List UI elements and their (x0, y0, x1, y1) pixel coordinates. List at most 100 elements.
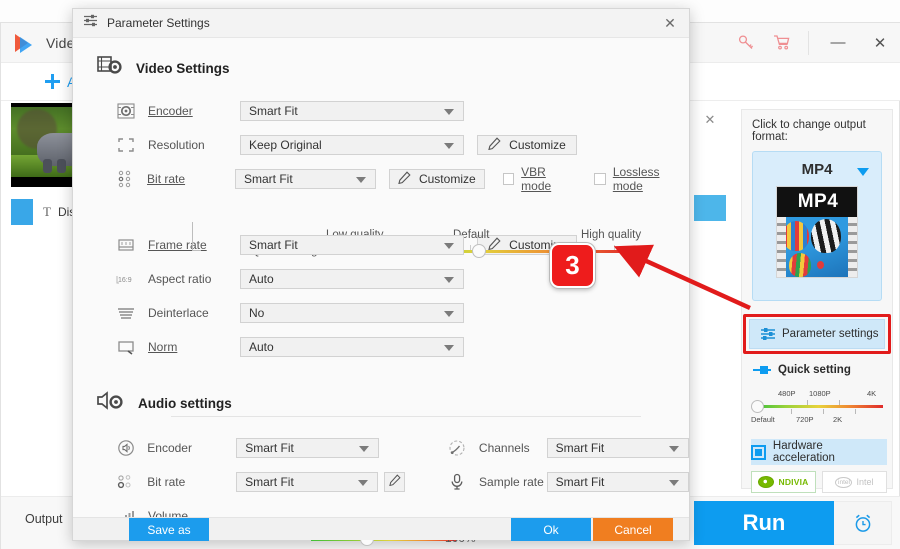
bitrate-dots-icon (115, 170, 136, 188)
parameter-settings-button[interactable]: Parameter settings (749, 319, 885, 349)
dialog-body: Video Settings Encoder Smart Fit Resolut… (73, 54, 690, 546)
audio-bitrate-edit-button[interactable] (384, 472, 405, 492)
chevron-down-icon (669, 446, 680, 452)
format-card[interactable]: MP4 MP4 (752, 151, 882, 301)
annotation-arrow (613, 244, 751, 311)
audio-encoder-label: Encoder (147, 441, 192, 455)
samplerate-value: Smart Fit (555, 475, 605, 489)
samplerate-select[interactable]: Smart Fit (546, 472, 689, 492)
aspect-ratio-169-icon: 16:9 (115, 272, 137, 286)
intel-toggle[interactable]: intel Intel (822, 471, 887, 493)
intel-logo-icon: intel (835, 476, 853, 488)
res-label-2k: 2K (833, 415, 843, 424)
vbr-mode-checkbox[interactable]: VBR mode (502, 165, 577, 193)
minimize-icon[interactable]: — (817, 23, 859, 63)
quality-knob[interactable] (472, 244, 486, 258)
step-badge-3: 3 (550, 243, 595, 288)
channels-select[interactable]: Smart Fit (546, 438, 690, 458)
alarm-clock-icon[interactable] (834, 501, 892, 545)
hardware-acceleration-button[interactable]: Hardware acceleration (751, 439, 887, 465)
dialog-close-icon[interactable]: ✕ (655, 9, 685, 38)
chevron-down-icon (444, 109, 454, 115)
output-format-panel: Click to change output format: MP4 MP4 (741, 109, 893, 489)
encoder-label: Encoder (148, 104, 193, 118)
screen: Video — ✕ Ad (0, 0, 900, 549)
cart-icon[interactable] (764, 23, 800, 63)
video-settings-header: Video Settings (97, 54, 689, 83)
chevron-down-icon (444, 345, 454, 351)
framerate-value: Smart Fit (249, 238, 298, 252)
res-label-4k: 4K (867, 389, 877, 398)
res-label-720p: 720P (796, 415, 814, 424)
samplerate-label: Sample rate (479, 475, 544, 489)
quick-setting-icon (753, 365, 773, 375)
norm-value: Auto (249, 340, 274, 354)
sliders-icon (760, 327, 776, 341)
dialog-titlebar: Parameter Settings ✕ (73, 9, 689, 38)
chevron-down-icon (444, 243, 454, 249)
svg-text:16:9: 16:9 (118, 277, 132, 284)
norm-label: Norm (148, 340, 178, 354)
row-encoder: Encoder Smart Fit (73, 97, 689, 125)
resolution-value: Keep Original (249, 138, 322, 152)
audio-bitrate-value: Smart Fit (245, 475, 294, 489)
bitrate-select[interactable]: Smart Fit (234, 169, 376, 189)
norm-select[interactable]: Auto (240, 337, 464, 357)
framerate-select[interactable]: Smart Fit (240, 235, 464, 255)
encoder-select[interactable]: Smart Fit (240, 101, 464, 121)
chevron-down-icon[interactable] (857, 168, 869, 176)
panel-close-icon[interactable]: ✕ (701, 111, 719, 129)
encoder-value: Smart Fit (249, 104, 298, 118)
parameter-settings-dialog: Parameter Settings ✕ Video Settings Enco… (72, 8, 690, 546)
highlighted-chip (694, 195, 726, 221)
sliders-icon (83, 14, 98, 32)
close-icon[interactable]: ✕ (859, 23, 900, 63)
chevron-down-icon (358, 480, 369, 486)
aspect-ratio-value: Auto (249, 272, 274, 286)
audio-encoder-select[interactable]: Smart Fit (236, 438, 379, 458)
titlebar-actions: — ✕ (728, 23, 900, 63)
pencil-icon (388, 473, 401, 491)
audio-bitrate-dots-icon (115, 473, 136, 491)
resolution-customize-button[interactable]: Customize (477, 135, 577, 155)
deinterlace-label: Deinterlace (148, 306, 209, 320)
chevron-down-icon (444, 143, 454, 149)
lossless-mode-checkbox[interactable]: Lossless mode (594, 165, 689, 193)
hardware-chip-icon (751, 444, 766, 460)
format-thumb-label: MP4 (797, 191, 839, 212)
row-norm: Norm Auto (73, 333, 689, 361)
audio-settings-header: Audio settings (97, 389, 689, 418)
pencil-icon (488, 137, 501, 153)
run-button[interactable]: Run (694, 501, 834, 545)
titlebar-divider (808, 30, 809, 55)
nvidia-toggle[interactable]: NDIVIA (751, 471, 816, 493)
channels-label: Channels (478, 441, 530, 455)
resolution-select[interactable]: Keep Original (240, 135, 464, 155)
channels-icon (447, 439, 468, 457)
chevron-down-icon (358, 446, 369, 452)
audio-bitrate-select[interactable]: Smart Fit (236, 472, 379, 492)
aspect-ratio-select[interactable]: Auto (240, 269, 464, 289)
row-aspect-ratio: 16:9 Aspect ratio Auto (73, 265, 689, 293)
ok-button[interactable]: Ok (511, 518, 591, 541)
save-as-button[interactable]: Save as (129, 518, 209, 541)
key-icon[interactable] (728, 23, 764, 63)
resolution-quick-slider[interactable]: 480P 1080P 4K Default 720P 2K (751, 385, 887, 431)
resolution-customize-label: Customize (509, 138, 566, 152)
text-t-icon: T (43, 204, 51, 219)
bitrate-label: Bit rate (147, 172, 186, 186)
audio-encoder-speaker-icon (115, 439, 136, 457)
parameter-settings-label: Parameter settings (782, 328, 879, 340)
deinterlace-select[interactable]: No (240, 303, 464, 323)
chevron-down-icon (444, 311, 454, 317)
resolution-label: Resolution (148, 138, 205, 152)
bitrate-customize-button[interactable]: Customize (388, 169, 485, 189)
nvidia-eye-icon (758, 476, 775, 488)
chevron-down-icon (668, 480, 679, 486)
format-thumbnail: MP4 (776, 186, 858, 278)
quick-setting-label: Quick setting (778, 364, 851, 376)
pencil-icon (398, 171, 411, 187)
resolution-knob[interactable] (751, 400, 764, 413)
cancel-button[interactable]: Cancel (593, 518, 673, 541)
video-settings-title: Video Settings (136, 61, 230, 76)
